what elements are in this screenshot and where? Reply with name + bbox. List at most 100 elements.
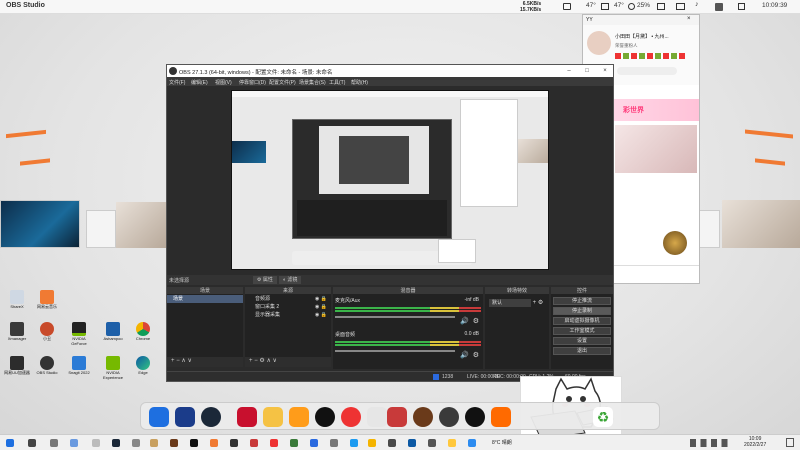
desktop-icon-nvidia-exp[interactable]: NVIDIA Experience: [100, 356, 126, 380]
properties-button[interactable]: ⚙ 属性: [253, 276, 277, 284]
steam-icon[interactable]: [201, 407, 221, 427]
desktop-icon-ashampoo[interactable]: Ashampoo: [100, 322, 126, 342]
menu-file[interactable]: 文件(F): [169, 79, 185, 86]
desktop-icon-sharex[interactable]: ShareX: [4, 290, 30, 310]
gear-icon[interactable]: ⚙: [473, 351, 479, 359]
taskbar-app-icon[interactable]: [448, 439, 456, 447]
menu-help[interactable]: 帮助(H): [351, 79, 368, 86]
add-icon[interactable]: +: [533, 300, 537, 306]
filters-button[interactable]: ◐ 滤镜: [279, 276, 302, 284]
notification-center-icon[interactable]: [786, 438, 794, 447]
volume-slider[interactable]: [335, 316, 455, 318]
taskbar-app-icon[interactable]: [190, 439, 198, 447]
desktop-icon-obs[interactable]: OBS Studio: [34, 356, 60, 376]
stop-recording-button[interactable]: 停止录制: [553, 307, 611, 315]
taskbar-app-icon[interactable]: [388, 439, 396, 447]
taskbar-app-icon[interactable]: [290, 439, 298, 447]
system-tray-icons[interactable]: [690, 439, 738, 447]
desktop-icon-snagit[interactable]: Snagit 2022: [66, 356, 92, 376]
desktop-icon-edge[interactable]: Edge: [130, 356, 156, 376]
taskbar-app-icon[interactable]: [428, 439, 436, 447]
game-app-icon[interactable]: [439, 407, 459, 427]
taskbar-app-icon[interactable]: [408, 439, 416, 447]
qq-game-icon[interactable]: [263, 407, 283, 427]
search-icon[interactable]: [28, 439, 36, 447]
taskbar-obs-icon[interactable]: [230, 439, 238, 447]
speaker-icon[interactable]: 🔊: [460, 317, 469, 325]
move-up-icon[interactable]: ∧: [266, 358, 270, 364]
taskbar-app-icon[interactable]: [310, 439, 318, 447]
menu-docks[interactable]: 停靠窗口(D): [239, 79, 266, 86]
weather-widget[interactable]: 8°C 晴朗: [492, 439, 512, 446]
move-up-icon[interactable]: ∧: [181, 358, 185, 364]
obs-dock-icon[interactable]: [465, 407, 485, 427]
game-app-icon[interactable]: [413, 407, 433, 427]
virtual-camera-button[interactable]: 启动虚拟摄像机: [553, 317, 611, 325]
menu-tools[interactable]: 工具(T): [329, 79, 345, 86]
game-app-icon[interactable]: [491, 407, 511, 427]
monitor-icon[interactable]: [676, 3, 685, 10]
qq-icon[interactable]: [315, 407, 335, 427]
avatar[interactable]: [587, 31, 611, 55]
gear-icon[interactable]: ⚙: [538, 300, 543, 306]
taskbar-app-icon[interactable]: [70, 439, 78, 447]
taskbar-app-icon[interactable]: [150, 439, 158, 447]
source-item[interactable]: 显示器采集 ◉ 🔒: [245, 311, 331, 319]
desktop-icon-uu[interactable]: 网易UU加速器: [4, 356, 30, 376]
chat-image[interactable]: [615, 125, 697, 173]
minimize-icon[interactable]: –: [565, 67, 573, 75]
notification-icon[interactable]: [738, 3, 745, 10]
taskbar-steam-icon[interactable]: [112, 439, 120, 447]
desktop-icon-xmanager[interactable]: Xmanager: [4, 322, 30, 342]
menu-view[interactable]: 视图(V): [215, 79, 232, 86]
studio-mode-button[interactable]: 工作室模式: [553, 327, 611, 335]
exit-button[interactable]: 退出: [553, 347, 611, 355]
taskbar-app-icon[interactable]: [210, 439, 218, 447]
gear-icon[interactable]: ⚙: [259, 358, 264, 364]
wifi-icon[interactable]: [715, 3, 723, 11]
taskbar-app-icon[interactable]: [330, 439, 338, 447]
taskbar-app-icon[interactable]: [350, 439, 358, 447]
taskbar-app-icon[interactable]: [468, 439, 476, 447]
close-icon[interactable]: ×: [601, 67, 609, 75]
taskbar-app-icon[interactable]: [368, 439, 376, 447]
rocket-icon[interactable]: [175, 407, 195, 427]
keyboard-icon[interactable]: [657, 3, 665, 10]
volume-slider[interactable]: [335, 350, 455, 352]
taskbar-app-icon[interactable]: [270, 439, 278, 447]
add-icon[interactable]: +: [171, 358, 175, 364]
speaker-icon[interactable]: 🔊: [460, 351, 469, 359]
scene-item[interactable]: 场景: [167, 295, 243, 303]
settings-button[interactable]: 设置: [553, 337, 611, 345]
maximize-icon[interactable]: □: [583, 67, 591, 75]
obs-preview-canvas[interactable]: [231, 90, 549, 270]
desktop-icon-nvidia[interactable]: NVIDIA GeForce: [66, 322, 92, 346]
task-view-icon[interactable]: [50, 439, 58, 447]
menu-profile[interactable]: 配置文件(P): [269, 79, 296, 86]
remove-icon[interactable]: −: [176, 358, 180, 364]
menu-edit[interactable]: 编辑(E): [191, 79, 208, 86]
add-icon[interactable]: +: [249, 358, 253, 364]
gear-icon[interactable]: ⚙: [473, 317, 479, 325]
close-icon[interactable]: ×: [687, 16, 691, 22]
taskbar-app-icon[interactable]: [132, 439, 140, 447]
gift-icon[interactable]: [663, 231, 687, 255]
stop-streaming-button[interactable]: 停止推流: [553, 297, 611, 305]
start-icon[interactable]: [6, 439, 14, 447]
netease-music-icon[interactable]: [341, 407, 361, 427]
volume-icon[interactable]: ♪: [695, 1, 699, 8]
obs-window[interactable]: OBS 27.1.3 (64-bit, windows) - 配置文件: 未命名…: [166, 64, 614, 382]
chat-banner[interactable]: 彩世界: [613, 99, 699, 121]
chat-username[interactable]: 小田田【月黛】 • 九州...: [615, 33, 669, 40]
menu-scene-collection[interactable]: 场景集合(S): [299, 79, 326, 86]
monitor-app-icon[interactable]: [149, 407, 169, 427]
source-item[interactable]: 窗口采集 2 ◉ 🔒: [245, 303, 331, 311]
move-down-icon[interactable]: ∨: [187, 358, 191, 364]
transition-select[interactable]: 默认: [489, 299, 531, 307]
desktop-icon-netease[interactable]: 网易云音乐: [34, 290, 60, 310]
taskbar-app-icon[interactable]: [92, 439, 100, 447]
move-down-icon[interactable]: ∨: [273, 358, 277, 364]
taskbar-app-icon[interactable]: [170, 439, 178, 447]
kugou-icon[interactable]: [289, 407, 309, 427]
chat-action-bar[interactable]: [617, 67, 677, 75]
